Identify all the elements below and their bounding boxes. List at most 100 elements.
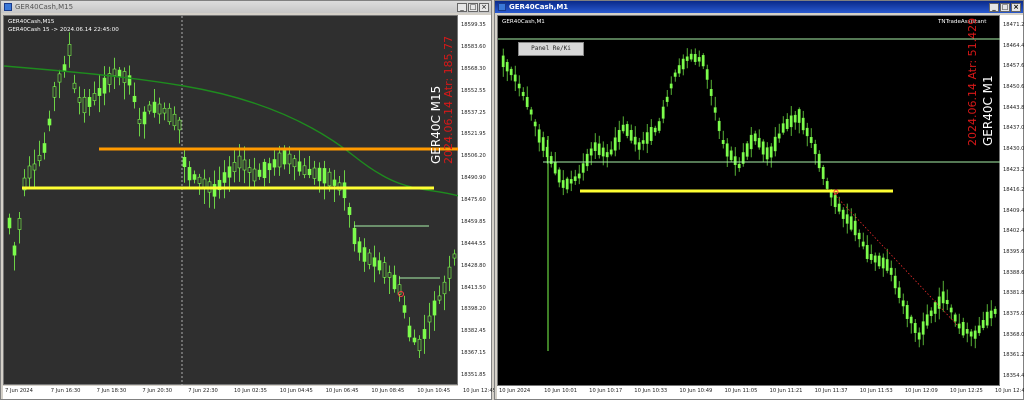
minimize-button[interactable]: _ bbox=[457, 2, 467, 12]
candle-body bbox=[773, 136, 777, 152]
candle-body bbox=[753, 133, 757, 142]
candle-body bbox=[885, 259, 889, 271]
candle-body bbox=[312, 167, 317, 179]
time-axis: 7 Jun 2024 7 Jun 16:30 7 Jun 18:30 7 Jun 20… bbox=[3, 386, 496, 399]
price-tick-label: 18423.20 bbox=[1003, 166, 1024, 173]
candle-body bbox=[242, 159, 247, 171]
candlestick-chart bbox=[498, 38, 1001, 351]
candle-body bbox=[47, 118, 52, 126]
candle-body bbox=[237, 155, 242, 169]
candle-body bbox=[382, 262, 387, 278]
candle-body bbox=[941, 291, 945, 304]
time-tick-label: 10 Jun 11:05 bbox=[724, 388, 758, 394]
price-tick-label: 18459.85 bbox=[461, 218, 486, 225]
close-button[interactable]: × bbox=[1011, 2, 1021, 12]
candle-body bbox=[801, 117, 805, 131]
time-tick-label: 10 Jun 12:25 bbox=[949, 388, 983, 394]
chart-window-m15[interactable]: GER40Cash,M15 _ □ × GER40Cash,M15 GER40C… bbox=[0, 0, 496, 400]
price-tick-label: 18521.95 bbox=[461, 131, 486, 138]
candle-body bbox=[197, 176, 202, 184]
close-button[interactable]: × bbox=[479, 2, 489, 12]
candle-body bbox=[302, 165, 307, 175]
candle-body bbox=[909, 316, 913, 324]
maximize-button[interactable]: □ bbox=[1000, 2, 1010, 12]
price-tick-label: 18382.45 bbox=[461, 328, 486, 335]
candle-body bbox=[12, 245, 17, 256]
candle-body bbox=[993, 308, 997, 314]
candle-body bbox=[641, 140, 645, 144]
candle-body bbox=[605, 152, 609, 158]
candle-body bbox=[853, 220, 857, 236]
candle-body bbox=[437, 295, 442, 301]
candle-body bbox=[427, 315, 432, 323]
candle-body bbox=[597, 143, 601, 156]
candle-body bbox=[977, 325, 981, 334]
window-titlebar[interactable]: GER40Cash,M1 _ □ × bbox=[495, 1, 1023, 13]
candle-body bbox=[142, 111, 147, 125]
candle-body bbox=[833, 194, 837, 208]
candle-body bbox=[27, 165, 32, 179]
candle-body bbox=[677, 65, 681, 74]
price-axis: 18471.21 18464.40 18457.60 18450.65 18443.80… bbox=[1000, 15, 1024, 386]
candle-body bbox=[112, 68, 117, 76]
candle-body bbox=[845, 214, 849, 224]
candle-body bbox=[317, 167, 322, 182]
price-chart-area[interactable]: GER40Cash,M15 GER40Cash 15 -> 2024.06.14… bbox=[3, 15, 459, 386]
candle-body bbox=[821, 167, 825, 179]
candle-body bbox=[617, 129, 621, 143]
candle-body bbox=[573, 176, 577, 181]
candle-body bbox=[292, 158, 297, 168]
candle-body bbox=[689, 53, 693, 60]
candle-body bbox=[629, 130, 633, 141]
time-tick-label: 10 Jun 08:45 bbox=[371, 388, 405, 394]
candle-body bbox=[297, 161, 302, 172]
candle-body bbox=[187, 167, 192, 181]
candle-body bbox=[889, 267, 893, 275]
candle-body bbox=[565, 178, 569, 190]
candle-body bbox=[162, 107, 167, 114]
candle-body bbox=[517, 83, 521, 89]
candle-body bbox=[549, 156, 553, 164]
price-tick-label: 18506.20 bbox=[461, 153, 486, 160]
candle-body bbox=[933, 302, 937, 314]
candle-body bbox=[957, 323, 961, 329]
candle-body bbox=[553, 162, 557, 174]
candle-body bbox=[813, 143, 817, 155]
candle-body bbox=[661, 106, 665, 119]
candle-body bbox=[322, 168, 327, 184]
price-tick-label: 18475.60 bbox=[461, 197, 486, 203]
panel-button[interactable]: Panel Re/Ki bbox=[518, 42, 584, 56]
price-tick-label: 18375.00 bbox=[1003, 311, 1024, 318]
time-tick-label: 10 Jun 12:09 bbox=[904, 388, 938, 394]
candle-body bbox=[62, 64, 67, 72]
candle-body bbox=[509, 68, 513, 76]
candle-body bbox=[985, 311, 989, 326]
candle-body bbox=[673, 72, 677, 77]
time-tick-label: 10 Jun 02:35 bbox=[234, 388, 267, 394]
chart-window-m1[interactable]: GER40Cash,M1 _ □ × GER40Cash,M1 TNTradeA… bbox=[494, 0, 1024, 400]
price-tick-label: 18354.40 bbox=[1003, 373, 1024, 379]
maximize-button[interactable]: □ bbox=[468, 2, 478, 12]
candle-body bbox=[601, 147, 605, 157]
price-axis: 18599.35 18583.60 18568.30 18552.55 18537.25… bbox=[458, 15, 491, 386]
window-title: GER40Cash,M15 bbox=[15, 3, 74, 11]
price-tick-label: 18395.60 bbox=[1003, 249, 1024, 256]
candle-body bbox=[693, 54, 697, 62]
candle-body bbox=[157, 103, 162, 115]
candle-body bbox=[357, 241, 362, 253]
price-chart-area[interactable]: GER40Cash,M1 TNTradeAssistant Panel Re/K… bbox=[497, 15, 1001, 386]
candle-body bbox=[287, 153, 292, 165]
candle-body bbox=[581, 163, 585, 173]
price-tick-label: 18351.85 bbox=[461, 372, 486, 378]
time-tick-label: 10 Jun 10:01 bbox=[544, 388, 578, 394]
candle-body bbox=[657, 121, 661, 131]
time-tick-label: 7 Jun 20:30 bbox=[142, 388, 173, 394]
candle-body bbox=[42, 143, 47, 153]
candle-body bbox=[585, 153, 589, 167]
candle-body bbox=[533, 121, 537, 127]
candle-body bbox=[262, 161, 267, 179]
window-titlebar[interactable]: GER40Cash,M15 _ □ × bbox=[1, 1, 491, 13]
price-tick-label: 18388.60 bbox=[1003, 269, 1024, 276]
minimize-button[interactable]: _ bbox=[989, 2, 999, 12]
candle-body bbox=[377, 260, 382, 271]
